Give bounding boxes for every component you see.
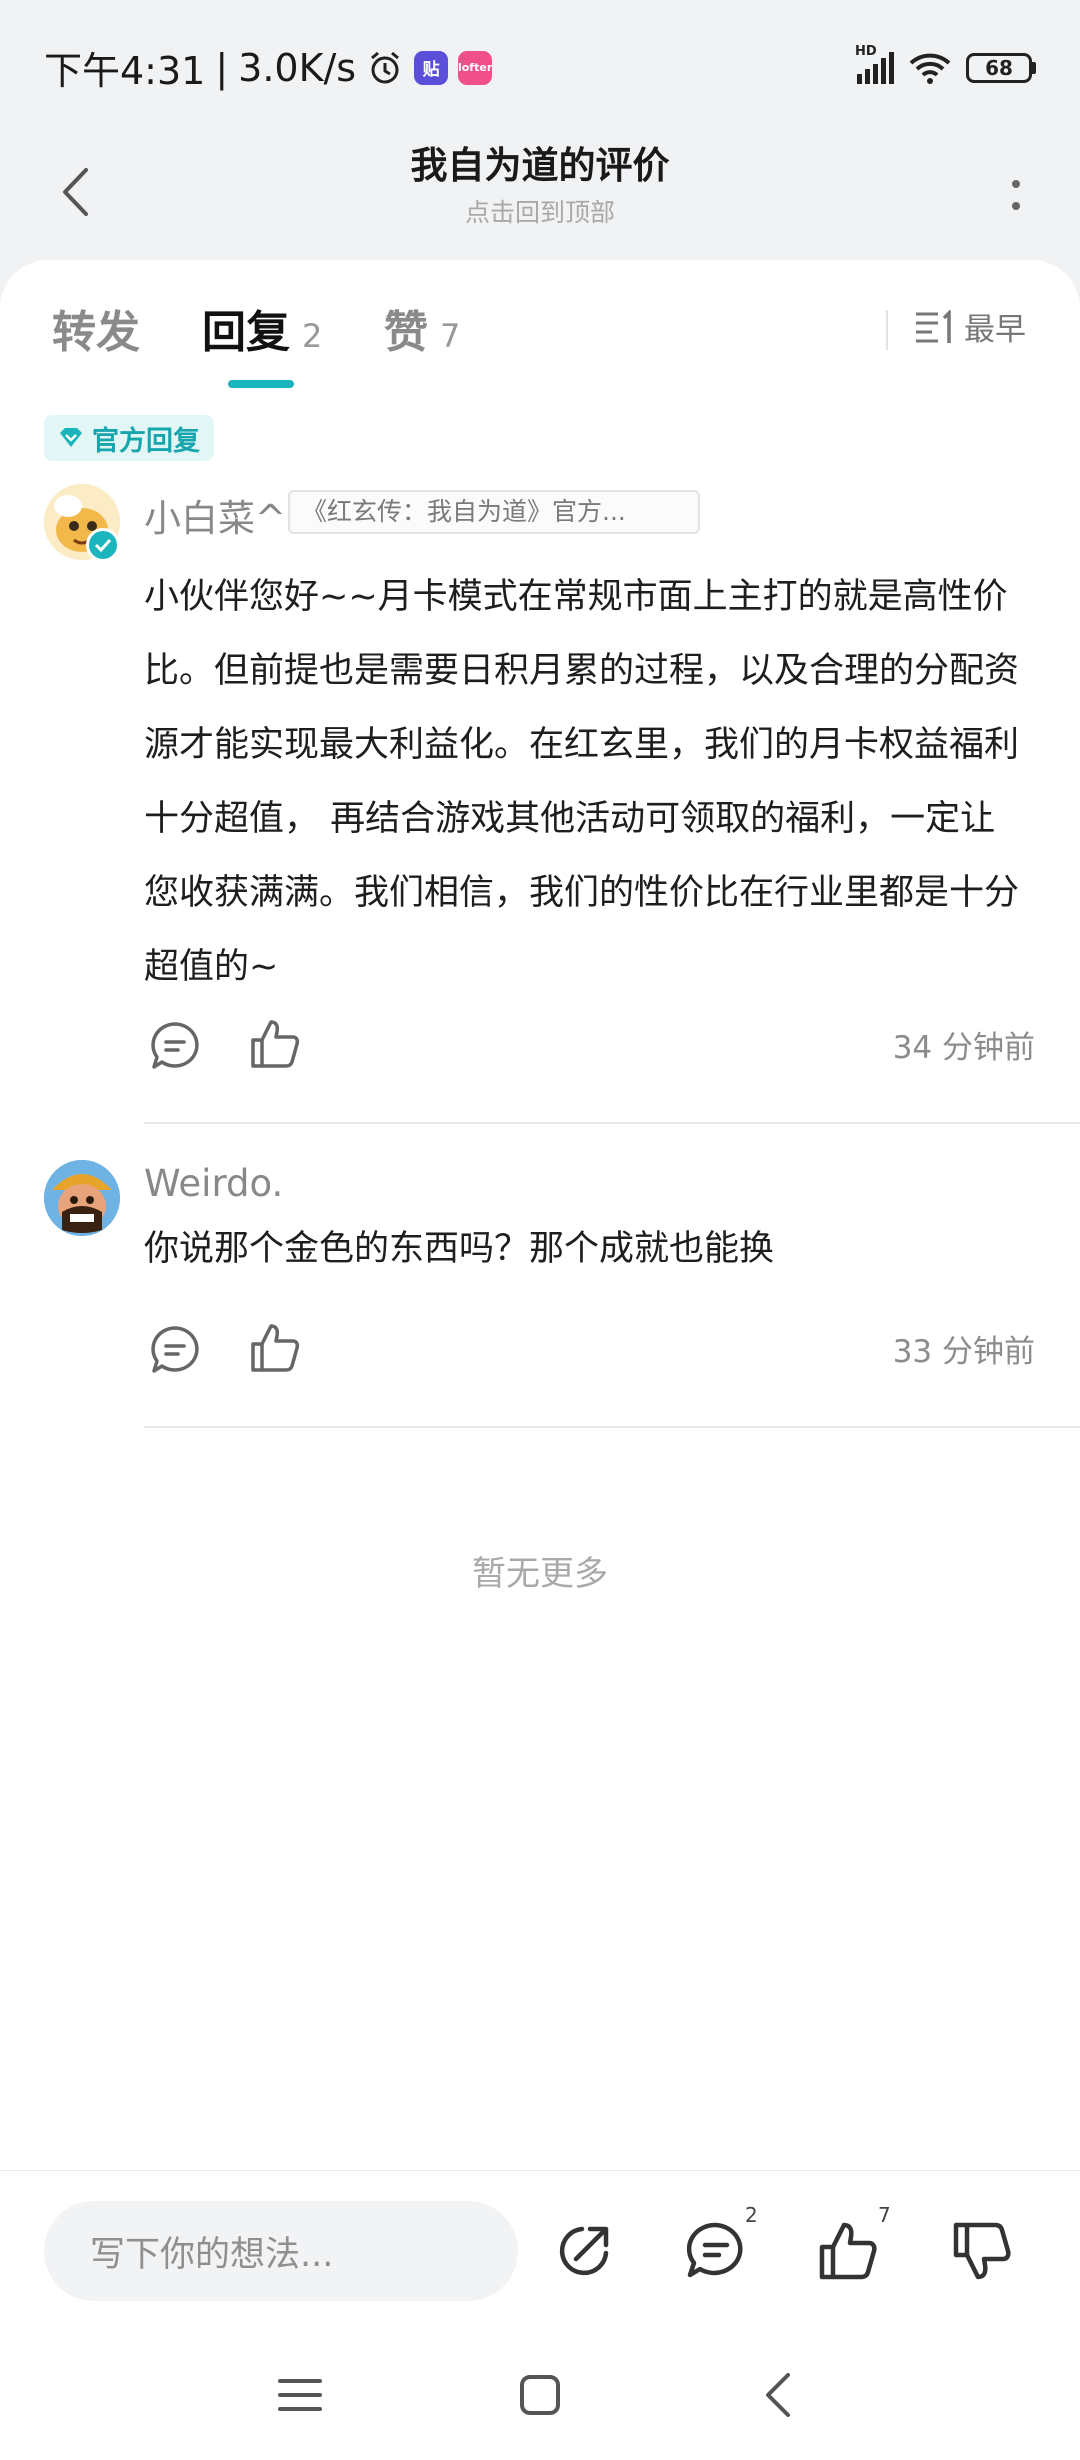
reply-button[interactable]: [147, 1322, 203, 1378]
system-back-button[interactable]: [738, 2360, 818, 2430]
home-button[interactable]: [500, 2360, 580, 2430]
system-navigation-bar: [0, 2330, 1080, 2460]
comments-button[interactable]: [676, 2211, 756, 2291]
sort-label: 最早: [964, 312, 1026, 348]
reply-count: 2: [745, 2203, 758, 2227]
tab-replies[interactable]: 回复 2: [202, 296, 322, 360]
comment-text: 你说那个金色的东西吗？那个成就也能换: [144, 1229, 775, 1269]
sort-icon: [916, 309, 951, 343]
more-dot-icon: [1012, 180, 1020, 188]
active-tab-indicator: [228, 380, 294, 388]
battery-icon: 68: [966, 52, 1036, 83]
game-source-tag[interactable]: 《红玄传：我自为道》官方...: [288, 490, 700, 534]
comment-username[interactable]: Weirdo.: [144, 1162, 283, 1205]
tab-count: 7: [440, 317, 461, 355]
tab-reposts[interactable]: 转发: [52, 296, 140, 360]
page-subtitle: 点击回到顶部: [464, 198, 615, 227]
no-more-label: 暂无更多: [472, 1554, 608, 1594]
network-label: HD: [855, 43, 877, 59]
square-icon: [520, 2375, 560, 2415]
bottom-action-bar: 写下你的想法... 2 7: [0, 2170, 1080, 2330]
comment-username[interactable]: 小白菜^: [144, 488, 286, 542]
comment-time: 33 分钟前: [892, 1334, 1035, 1370]
more-dot-icon: [1012, 202, 1020, 210]
thumbs-up-icon: [251, 1324, 300, 1372]
chat-bubble-icon: [151, 1022, 199, 1069]
status-time: 下午4:31: [44, 49, 206, 93]
chat-bubble-icon: [686, 2222, 743, 2278]
status-bar: 下午4:31 | 3.0K/s 贴 lofter HD 68: [0, 0, 1080, 135]
thumbs-up-icon: [251, 1020, 300, 1068]
comments-sheet: 转发 回复 2 赞 7 最早 官方回复 小白菜^ 《红玄传：我自为道》官方...…: [0, 260, 1080, 2170]
tieba-app-icon: 贴: [414, 50, 449, 85]
official-reply-badge: 官方回复: [44, 415, 214, 461]
share-button[interactable]: [544, 2211, 624, 2291]
share-icon: [559, 2226, 609, 2276]
comment-input-placeholder: 写下你的想法...: [90, 2234, 334, 2275]
tab-label: 赞: [384, 307, 428, 358]
status-net-speed: 3.0K/s: [238, 45, 357, 90]
signal-icon: HD: [855, 44, 894, 84]
battery-level: 68: [966, 52, 1032, 83]
chat-bubble-icon: [151, 1326, 199, 1373]
verified-badge-icon: [86, 528, 120, 562]
more-options-button[interactable]: [986, 155, 1046, 235]
scroll-to-top-area[interactable]: 我自为道的评价 点击回到顶部: [0, 135, 1080, 229]
comment-divider: [144, 1122, 1080, 1124]
status-separator: |: [215, 45, 229, 90]
wifi-icon: [908, 51, 952, 85]
heart-shield-icon: [60, 428, 82, 447]
comment-input[interactable]: 写下你的想法...: [44, 2201, 518, 2301]
top-nav-bar: 我自为道的评价 点击回到顶部: [0, 135, 1080, 260]
chevron-left-icon: [766, 2373, 790, 2417]
comment-time: 34 分钟前: [892, 1030, 1035, 1066]
like-button[interactable]: [247, 1016, 303, 1072]
lofter-app-icon: lofter: [458, 50, 492, 85]
tab-bar: 转发 回复 2 赞 7 最早: [0, 260, 1080, 390]
thumbs-up-icon: [819, 2222, 877, 2280]
tab-label: 转发: [52, 307, 140, 358]
official-reply-label: 官方回复: [92, 425, 200, 457]
like-post-button[interactable]: [808, 2211, 888, 2291]
tab-likes[interactable]: 赞 7: [384, 296, 460, 360]
comment-text: 小伙伴您好~~月卡模式在常规市面上主打的就是高性价比。但前提也是需要日积月累的过…: [144, 577, 1020, 987]
menu-icon: [278, 2379, 322, 2411]
recent-apps-button[interactable]: [260, 2360, 340, 2430]
thumbs-down-icon: [953, 2222, 1011, 2280]
sort-order-button[interactable]: 最早: [914, 304, 1026, 349]
like-button[interactable]: [247, 1320, 303, 1376]
reply-button[interactable]: [147, 1018, 203, 1074]
alarm-icon: [366, 49, 404, 87]
dislike-button[interactable]: [942, 2211, 1022, 2291]
comment-divider: [144, 1426, 1080, 1428]
page-title: 我自为道的评价: [410, 144, 670, 187]
sort-divider: [886, 310, 888, 350]
tab-count: 2: [302, 317, 323, 355]
like-count: 7: [878, 2203, 891, 2227]
tab-label: 回复: [202, 307, 290, 358]
avatar[interactable]: [44, 1160, 120, 1236]
